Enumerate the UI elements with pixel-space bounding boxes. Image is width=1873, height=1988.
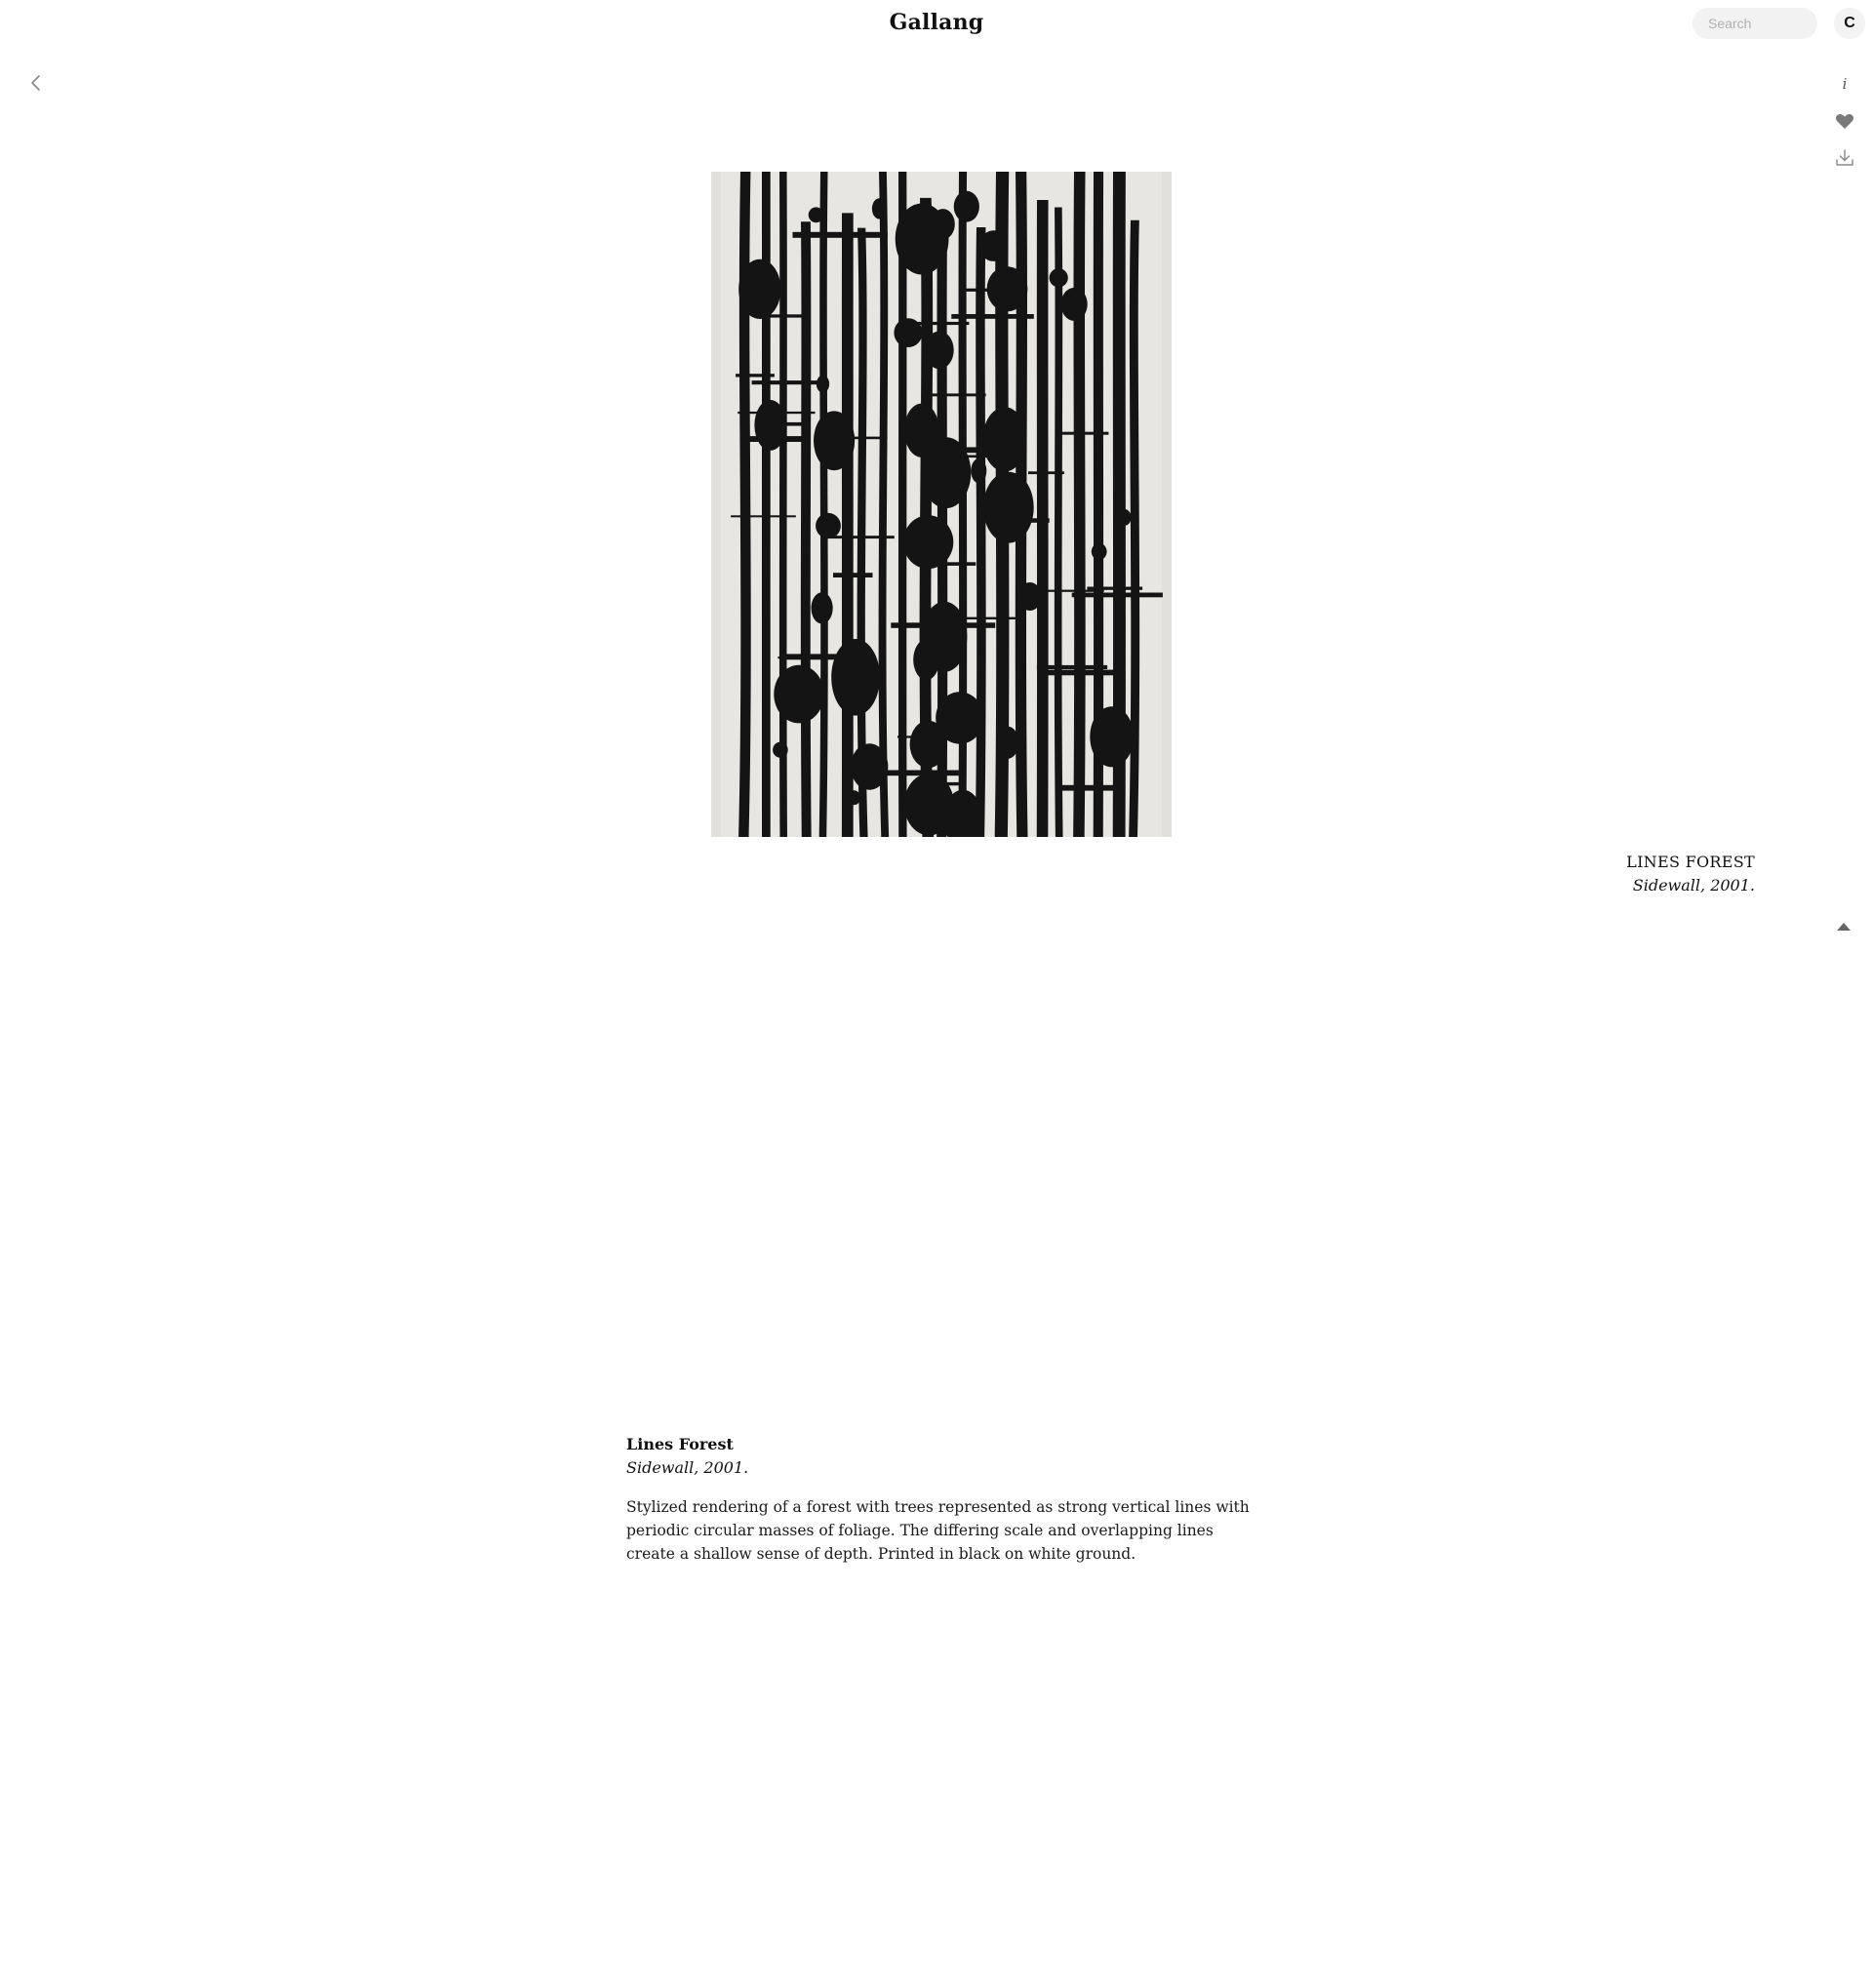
horizontal-branch	[1045, 669, 1119, 676]
foliage-mass	[982, 407, 1027, 472]
foliage-mass	[921, 601, 968, 672]
info-icon[interactable]: i	[1834, 73, 1855, 95]
details-subtitle: Sidewall, 2001.	[626, 1458, 749, 1477]
horizontal-branch	[833, 573, 873, 577]
foliage-mass	[902, 515, 954, 570]
horizontal-branch	[870, 770, 959, 776]
horizontal-branch	[1036, 664, 1108, 669]
scroll-up-icon[interactable]	[1836, 921, 1852, 933]
foliage-mass	[773, 741, 788, 758]
foliage-mass	[921, 437, 972, 508]
horizontal-branch	[1059, 431, 1109, 435]
horizontal-branch	[737, 411, 816, 415]
horizontal-branch	[1087, 586, 1143, 590]
horizontal-branch	[749, 436, 807, 442]
user-avatar[interactable]: C	[1834, 8, 1865, 39]
tree-trunk	[818, 172, 828, 837]
horizontal-branch	[951, 314, 1034, 319]
horizontal-branch	[930, 393, 986, 397]
foliage-mass	[978, 230, 1009, 261]
search-input[interactable]	[1693, 8, 1817, 39]
foliage-mass	[738, 258, 781, 319]
caption-subtitle: Sidewall, 2001.	[1632, 876, 1755, 895]
heart-icon[interactable]	[1834, 110, 1855, 132]
foliage-mass	[1118, 509, 1132, 526]
back-chevron-icon[interactable]	[27, 73, 47, 93]
horizontal-branch	[772, 421, 810, 426]
horizontal-branch	[926, 781, 963, 786]
artwork-caption: LINES FOREST Sidewall, 2001.	[1626, 851, 1755, 897]
foliage-mass	[774, 664, 824, 724]
horizontal-branch	[947, 616, 1016, 619]
artwork-image[interactable]	[711, 172, 1172, 837]
lines-forest-pattern	[711, 172, 1172, 837]
horizontal-branch	[761, 314, 802, 318]
horizontal-branch	[731, 515, 796, 518]
foliage-mass	[831, 639, 880, 716]
horizontal-branch	[891, 622, 996, 628]
horizontal-branch	[820, 536, 895, 539]
foliage-mass	[808, 207, 824, 223]
foliage-mass	[1090, 706, 1135, 768]
foliage-mass	[925, 331, 954, 370]
horizontal-branch	[832, 436, 888, 440]
foliage-mass	[1049, 268, 1068, 288]
foliage-mass	[871, 198, 887, 219]
top-bar: Gallang C	[0, 0, 1873, 47]
horizontal-branch	[1002, 518, 1050, 523]
foliage-mass	[816, 512, 841, 539]
foliage-mass	[848, 790, 860, 806]
foliage-mass	[1017, 582, 1042, 611]
horizontal-branch	[792, 231, 888, 238]
foliage-mass	[953, 190, 979, 222]
foliage-mass	[1060, 287, 1088, 321]
foliage-mass	[811, 592, 833, 624]
details-title: Lines Forest	[626, 1435, 734, 1453]
tree-trunk	[778, 172, 787, 837]
horizontal-branch	[956, 455, 993, 458]
horizontal-branch	[779, 654, 856, 660]
foliage-mass	[814, 411, 856, 471]
caption-title: LINES FOREST	[1626, 853, 1755, 871]
horizontal-branch	[1059, 784, 1119, 791]
horizontal-branch	[901, 321, 970, 326]
foliage-mass	[851, 743, 889, 790]
side-action-bar: i	[1834, 73, 1855, 184]
details-description: Stylized rendering of a forest with tree…	[626, 1498, 1250, 1563]
download-icon[interactable]	[1834, 147, 1855, 169]
brand-logo[interactable]: Gallang	[0, 10, 1873, 35]
horizontal-branch	[936, 562, 976, 566]
horizontal-branch	[1028, 471, 1064, 475]
foliage-mass	[971, 458, 987, 484]
tree-trunk	[1073, 172, 1086, 837]
horizontal-branch	[964, 447, 1017, 454]
artwork-details: Lines Forest Sidewall, 2001. Stylized re…	[626, 1433, 1251, 1566]
horizontal-branch	[960, 288, 997, 292]
horizontal-branch	[1071, 592, 1163, 598]
horizontal-branch	[736, 374, 775, 378]
horizontal-branch	[1032, 589, 1104, 592]
foliage-mass	[895, 203, 949, 275]
horizontal-branch	[897, 736, 962, 738]
foliage-mass	[982, 471, 1034, 543]
horizontal-branch	[751, 380, 820, 385]
foliage-mass	[997, 726, 1019, 759]
foliage-mass	[1091, 542, 1107, 561]
tree-trunk	[841, 213, 854, 837]
tree-trunk	[800, 221, 812, 837]
